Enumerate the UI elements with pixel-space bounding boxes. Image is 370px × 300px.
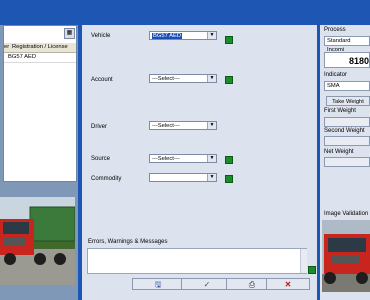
- table-row[interactable]: BG57 AED: [4, 53, 76, 63]
- grid-column-stub: er: [4, 44, 10, 50]
- indicator-select[interactable]: SMA: [324, 81, 370, 91]
- weight-display: 8180: [324, 52, 370, 68]
- errors-label: Errors, Warnings & Messages: [88, 239, 168, 245]
- close-icon: ✕: [284, 280, 292, 289]
- messages-scrollbar[interactable]: [300, 249, 307, 273]
- vehicle-label: Vehicle: [91, 33, 111, 39]
- vehicle-grid[interactable]: ▦ er Registration / License BG57 AED: [3, 25, 77, 182]
- image-validation-label: Image Validation: [324, 211, 369, 217]
- grid-column-registration[interactable]: Registration / License: [12, 44, 68, 50]
- process-select[interactable]: Standard Incomi: [324, 36, 370, 53]
- account-select-value: ---Select---: [152, 76, 180, 82]
- commodity-label: Commodity: [91, 176, 122, 182]
- vehicle-photo: [0, 197, 75, 285]
- account-status-indicator: [225, 76, 233, 84]
- vehicle-list-panel: ▦ er Registration / License BG57 AED: [0, 25, 78, 300]
- net-weight-field: [324, 157, 370, 167]
- second-weight-label: Second Weight: [324, 128, 365, 134]
- weighing-form: Vehicle BG57 AED ▼ Account ---Select--- …: [82, 25, 317, 300]
- indicator-label: Indicator: [324, 72, 348, 78]
- source-status-indicator: [225, 156, 233, 164]
- second-weight-field: [324, 136, 370, 146]
- vehicle-status-indicator: [225, 36, 233, 44]
- messages-box[interactable]: [87, 248, 307, 274]
- source-select-value: ---Select---: [152, 156, 180, 162]
- printer-icon: ⎙: [248, 280, 256, 289]
- take-weight-button[interactable]: Take Weight: [326, 96, 370, 106]
- cancel-button[interactable]: ✕: [266, 278, 310, 290]
- validation-photo: [322, 220, 370, 292]
- vehicle-select[interactable]: BG57 AED ▼: [149, 31, 217, 40]
- first-weight-field: [324, 117, 370, 127]
- commodity-select[interactable]: ▼: [149, 173, 217, 182]
- first-weight-label: First Weight: [324, 108, 356, 114]
- grid-header: er Registration / License: [4, 43, 76, 53]
- weight-value: 8180: [348, 56, 369, 66]
- account-select[interactable]: ---Select--- ▼: [149, 74, 217, 83]
- save-button[interactable]: 🖫: [132, 278, 184, 290]
- messages-status-indicator: [308, 266, 316, 274]
- chevron-down-icon[interactable]: ▼: [207, 122, 216, 129]
- commodity-status-indicator: [225, 175, 233, 183]
- process-value: Standard Incomi: [327, 38, 351, 53]
- driver-select-value: ---Select---: [152, 123, 180, 129]
- chevron-down-icon[interactable]: ▼: [207, 32, 216, 39]
- check-icon: ✓: [203, 280, 211, 289]
- chevron-down-icon[interactable]: ▼: [207, 155, 216, 162]
- vehicle-select-value: BG57 AED: [152, 33, 183, 39]
- weight-panel: Process Standard Incomi 8180 Indicator S…: [320, 25, 370, 300]
- registration-cell: BG57 AED: [8, 54, 37, 60]
- driver-select[interactable]: ---Select--- ▼: [149, 121, 217, 130]
- account-label: Account: [91, 77, 113, 83]
- source-label: Source: [91, 156, 111, 162]
- grid-icon[interactable]: ▦: [64, 28, 75, 39]
- process-label: Process: [324, 27, 346, 33]
- chevron-down-icon[interactable]: ▼: [207, 174, 216, 181]
- take-weight-label: Take Weight: [332, 99, 364, 105]
- save-icon: 🖫: [154, 280, 162, 289]
- indicator-value: SMA: [327, 83, 340, 89]
- net-weight-label: Net Weight: [324, 149, 354, 155]
- chevron-down-icon[interactable]: ▼: [207, 75, 216, 82]
- source-select[interactable]: ---Select--- ▼: [149, 154, 217, 163]
- driver-label: Driver: [91, 124, 107, 130]
